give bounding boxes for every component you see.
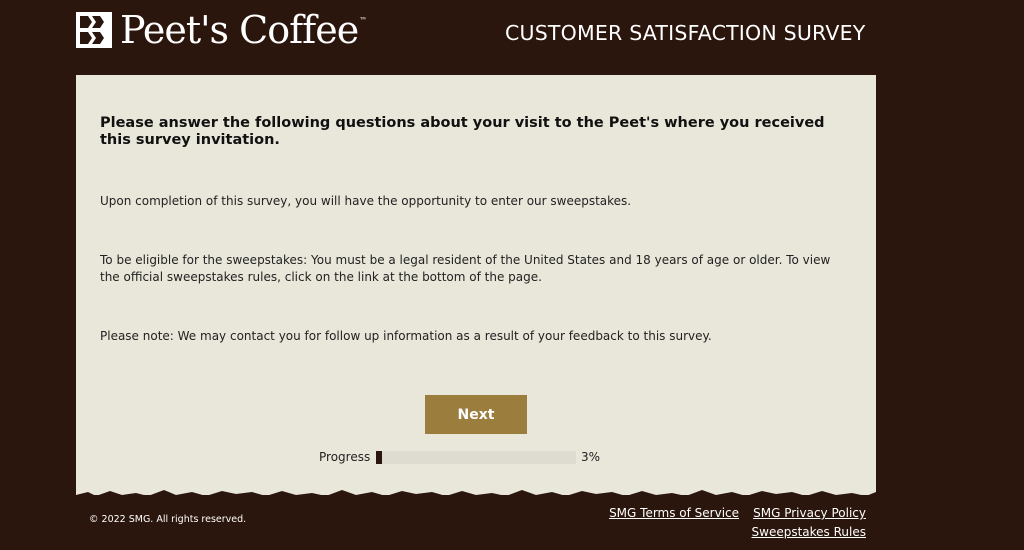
page-footer: © 2022 SMG. All rights reserved. SMG Ter… bbox=[76, 490, 876, 540]
privacy-policy-link[interactable]: SMG Privacy Policy bbox=[753, 505, 866, 521]
footer-links: SMG Terms of Service SMG Privacy Policy … bbox=[609, 502, 866, 540]
survey-panel: Please answer the following questions ab… bbox=[76, 75, 876, 495]
intro-paragraph: To be eligible for the sweepstakes: You … bbox=[100, 253, 831, 284]
peets-mark-icon bbox=[76, 12, 112, 48]
intro-paragraph: Upon completion of this survey, you will… bbox=[100, 194, 632, 208]
sweepstakes-rules-link[interactable]: Sweepstakes Rules bbox=[752, 524, 866, 540]
progress-percent: 3% bbox=[581, 450, 601, 464]
torn-edge-decoration bbox=[76, 490, 876, 499]
intro-paragraph: Please note: We may contact you for foll… bbox=[100, 329, 712, 343]
progress-bar bbox=[376, 451, 576, 464]
copyright-text: © 2022 SMG. All rights reserved. bbox=[89, 514, 247, 525]
brand-logo[interactable]: Peet's Coffee ™ bbox=[76, 8, 367, 52]
brand-name: Peet's Coffee bbox=[120, 8, 359, 52]
next-button[interactable]: Next bbox=[425, 395, 527, 434]
page-title: CUSTOMER SATISFACTION SURVEY bbox=[505, 21, 866, 45]
terms-of-service-link[interactable]: SMG Terms of Service bbox=[609, 505, 739, 521]
trademark-symbol: ™ bbox=[359, 16, 368, 25]
progress-fill bbox=[376, 451, 382, 464]
site-header: Peet's Coffee ™ CUSTOMER SATISFACTION SU… bbox=[0, 0, 1024, 75]
intro-heading: Please answer the following questions ab… bbox=[100, 115, 825, 148]
progress-label: Progress bbox=[319, 450, 371, 464]
